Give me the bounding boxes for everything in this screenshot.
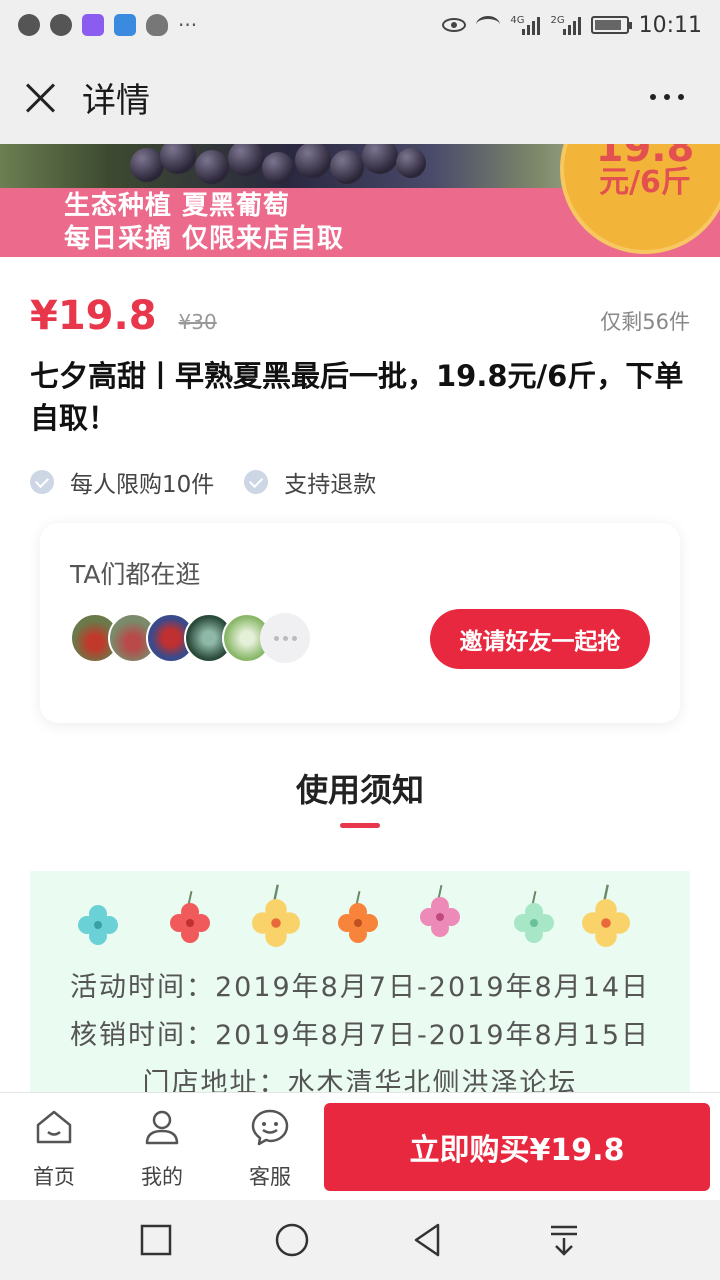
more-notifications-icon: ··· bbox=[178, 13, 198, 37]
back-triangle-icon[interactable] bbox=[410, 1222, 446, 1258]
flower-decoration bbox=[30, 884, 690, 955]
redeem-time: 核销时间：2019年8月7日-2019年8月15日 bbox=[69, 1020, 651, 1051]
product-detail: ¥19.8 ¥30 仅剩56件 七夕高甜丨早熟夏黑最后一批，19.8元/6斤，下… bbox=[0, 257, 720, 1092]
tag-label: 支持退款 bbox=[284, 472, 377, 498]
flower-icon bbox=[170, 890, 210, 943]
home-icon bbox=[36, 1110, 72, 1144]
signal-2g-icon: 2G bbox=[550, 15, 581, 35]
flower-icon bbox=[78, 905, 118, 945]
check-icon bbox=[30, 470, 54, 494]
check-icon bbox=[244, 470, 269, 494]
flower-icon bbox=[420, 884, 460, 937]
battery-icon bbox=[590, 16, 632, 34]
more-options-icon[interactable] bbox=[650, 94, 684, 100]
invite-friends-button[interactable]: 邀请好友一起抢 bbox=[430, 609, 650, 669]
clock: 10:11 bbox=[638, 12, 702, 38]
tag-refund: 支持退款 bbox=[244, 465, 376, 499]
security-app-icon bbox=[114, 14, 136, 36]
service-tags: 每人限购10件 支持退款 bbox=[30, 465, 406, 499]
product-banner-image: 生态种植 夏黑葡萄 每日采摘 仅限来店自取 19.8 元/6斤 bbox=[0, 144, 720, 257]
product-title: 七夕高甜丨早熟夏黑最后一批，19.8元/6斤，下单自取！ bbox=[30, 359, 684, 435]
flower-icon bbox=[582, 884, 630, 947]
customer-service-tab[interactable]: 客服 bbox=[230, 1107, 310, 1191]
home-label: 首页 bbox=[33, 1165, 75, 1189]
system-navigation-bar bbox=[0, 1200, 720, 1280]
title-underline bbox=[340, 823, 380, 828]
chat-smile-icon bbox=[251, 1109, 289, 1146]
page-title: 详情 bbox=[82, 80, 150, 121]
avatar-list bbox=[70, 613, 310, 663]
wechat-icon bbox=[18, 14, 40, 36]
buy-now-button[interactable]: 立即购买¥19.8 bbox=[324, 1103, 710, 1191]
tag-label: 每人限购10件 bbox=[70, 472, 215, 498]
tag-purchase-limit: 每人限购10件 bbox=[30, 465, 214, 499]
activity-time: 活动时间：2019年8月7日-2019年8月14日 bbox=[69, 972, 651, 1003]
signal-4g-icon: 4G bbox=[510, 15, 541, 35]
badge-unit: 元/6斤 bbox=[599, 165, 691, 200]
card-title: TA们都在逛 bbox=[70, 560, 201, 589]
recent-apps-icon[interactable] bbox=[138, 1222, 174, 1258]
original-price: ¥30 bbox=[178, 310, 217, 334]
signal-4g-label: 4G bbox=[510, 15, 525, 26]
usage-notice-box: 活动时间：2019年8月7日-2019年8月14日 核销时间：2019年8月7日… bbox=[30, 871, 690, 1092]
wifi-icon bbox=[476, 16, 501, 34]
home-tab[interactable]: 首页 bbox=[14, 1107, 94, 1191]
notification-icons: ··· bbox=[18, 13, 197, 37]
price-row: ¥19.8 ¥30 仅剩56件 bbox=[30, 293, 690, 339]
flower-icon bbox=[338, 890, 378, 943]
mine-label: 我的 bbox=[141, 1165, 183, 1189]
flower-icon bbox=[252, 884, 300, 947]
message-icon bbox=[50, 14, 72, 36]
video-app-icon bbox=[82, 14, 104, 36]
eye-comfort-icon bbox=[442, 18, 467, 32]
stock-remaining: 仅剩56件 bbox=[600, 310, 690, 334]
signal-2g-label: 2G bbox=[550, 15, 565, 26]
notification-pulldown-icon[interactable] bbox=[546, 1222, 582, 1258]
sale-price: ¥19.8 bbox=[30, 293, 157, 339]
flower-icon bbox=[514, 890, 554, 943]
mine-tab[interactable]: 我的 bbox=[122, 1107, 202, 1191]
home-circle-icon[interactable] bbox=[274, 1222, 310, 1258]
badge-price: 19.8 bbox=[595, 144, 695, 171]
browsing-users-card: TA们都在逛 邀请好友一起抢 bbox=[40, 523, 680, 723]
top-nav-bar: 详情 bbox=[0, 50, 720, 144]
qq-icon bbox=[146, 14, 168, 36]
more-avatars-icon[interactable] bbox=[260, 613, 310, 663]
status-bar: ··· 4G 2G 10:11 bbox=[0, 0, 720, 50]
store-address: 门店地址：水木清华北侧洪泽论坛 bbox=[142, 1068, 578, 1092]
service-label: 客服 bbox=[249, 1165, 291, 1189]
close-icon[interactable] bbox=[24, 81, 56, 113]
bottom-action-bar: 首页 我的 客服 立即购买¥19.8 bbox=[0, 1092, 720, 1200]
user-icon bbox=[145, 1110, 179, 1145]
usage-notice-title: 使用须知 bbox=[295, 771, 424, 809]
